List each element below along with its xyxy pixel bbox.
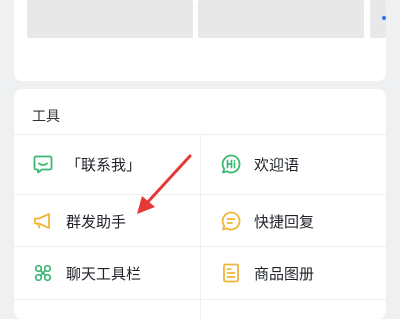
tool-mass-messaging[interactable]: 群发助手 <box>32 201 126 241</box>
tool-label: 快捷回复 <box>254 212 315 231</box>
tool-label: 欢迎语 <box>254 155 300 174</box>
chat-bubble-icon <box>32 153 54 175</box>
album-icon <box>220 262 242 284</box>
tools-card: 工具 「联系我」 欢迎语 群发助手 快捷回复 聊天工具栏 商品图册 <box>14 89 386 319</box>
section-title: 工具 <box>32 109 60 125</box>
hi-bubble-icon <box>220 153 242 175</box>
tool-label: 群发助手 <box>66 212 127 231</box>
tool-label: 聊天工具栏 <box>66 264 142 283</box>
tool-quick-reply[interactable]: 快捷回复 <box>220 201 314 241</box>
tool-product-album[interactable]: 商品图册 <box>220 253 314 293</box>
thumbnail-placeholder[interactable] <box>198 0 364 38</box>
top-card <box>14 0 386 81</box>
megaphone-icon <box>32 210 54 232</box>
tool-contact-me[interactable]: 「联系我」 <box>32 144 141 184</box>
tool-welcome-message[interactable]: 欢迎语 <box>220 144 299 184</box>
tool-label: 商品图册 <box>254 264 315 283</box>
indicator-dot <box>382 16 386 20</box>
tool-label: 「联系我」 <box>66 155 142 174</box>
thumbnail-placeholder[interactable] <box>27 0 193 38</box>
divider <box>200 134 201 319</box>
quick-reply-icon <box>220 210 242 232</box>
toolbar-icon <box>32 262 54 284</box>
tool-chat-toolbar[interactable]: 聊天工具栏 <box>32 253 141 293</box>
